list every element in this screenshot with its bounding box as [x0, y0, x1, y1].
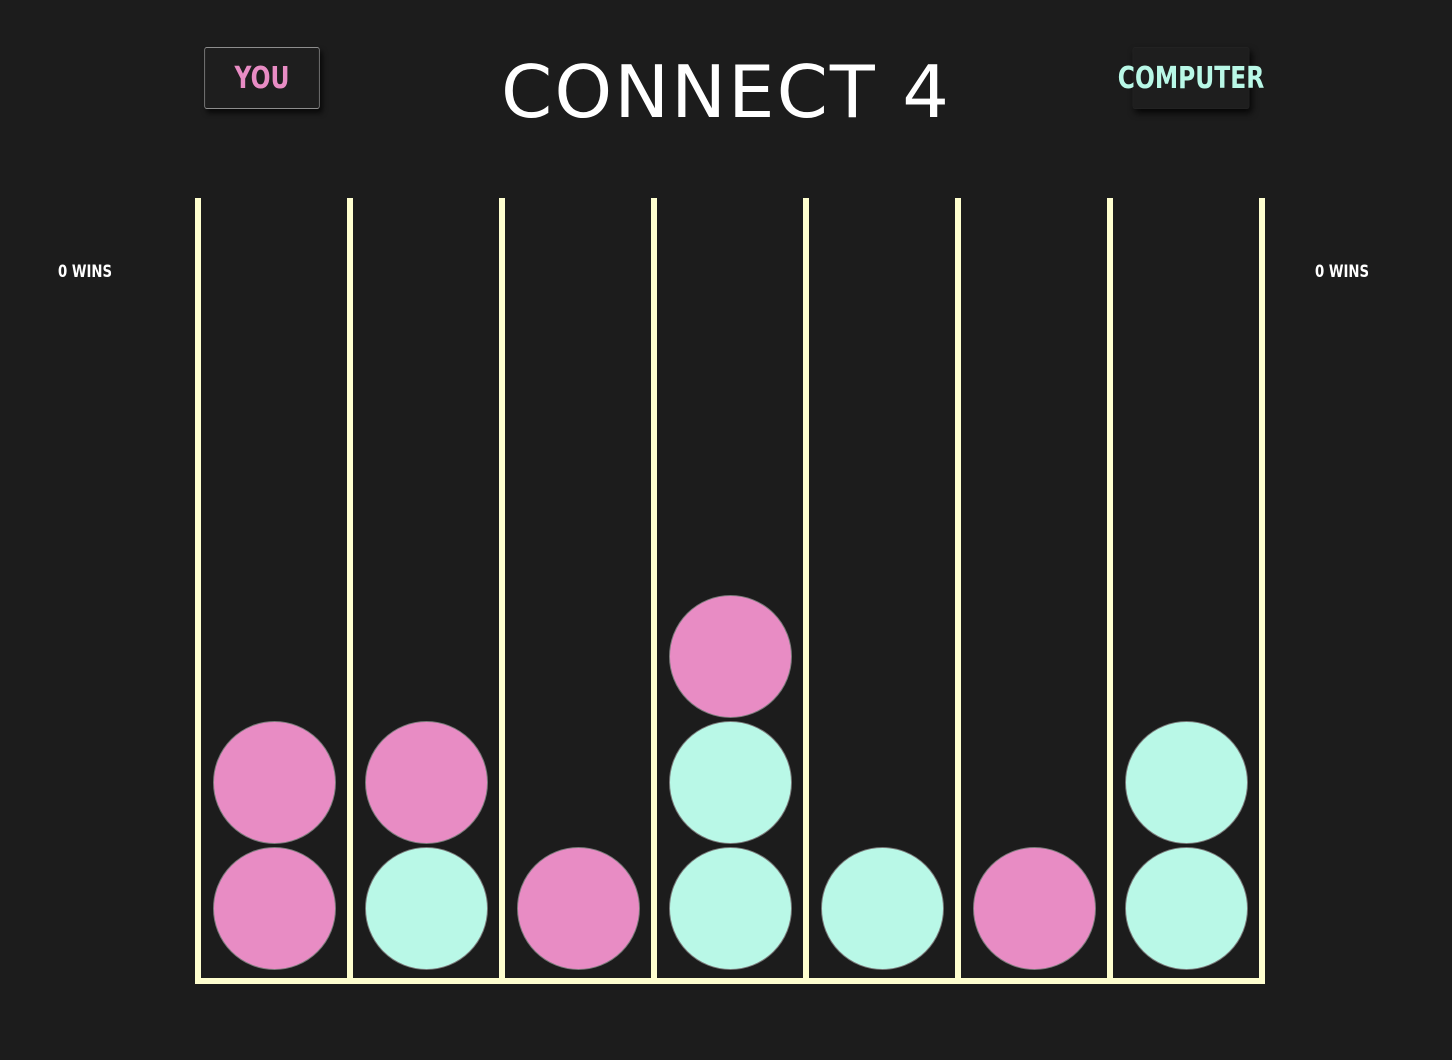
computer-wins-counter: 0 WINS — [1315, 262, 1370, 282]
you-disc — [972, 847, 1096, 970]
game-board — [195, 198, 1265, 984]
you-disc — [364, 721, 488, 844]
computer-player-button[interactable]: COMPUTER — [1118, 47, 1264, 109]
you-disc — [212, 721, 336, 844]
you-wins-counter: 0 WINS — [58, 262, 113, 282]
computer-disc — [1124, 847, 1248, 970]
computer-disc — [1124, 721, 1248, 844]
computer-label: COMPUTER — [1117, 60, 1265, 96]
computer-disc — [668, 847, 792, 970]
computer-disc — [364, 847, 488, 970]
column-divider — [1259, 198, 1265, 984]
you-disc — [212, 847, 336, 970]
computer-disc — [668, 721, 792, 844]
you-disc — [516, 847, 640, 970]
you-disc — [668, 595, 792, 718]
board-base — [195, 978, 1260, 984]
computer-disc — [820, 847, 944, 970]
